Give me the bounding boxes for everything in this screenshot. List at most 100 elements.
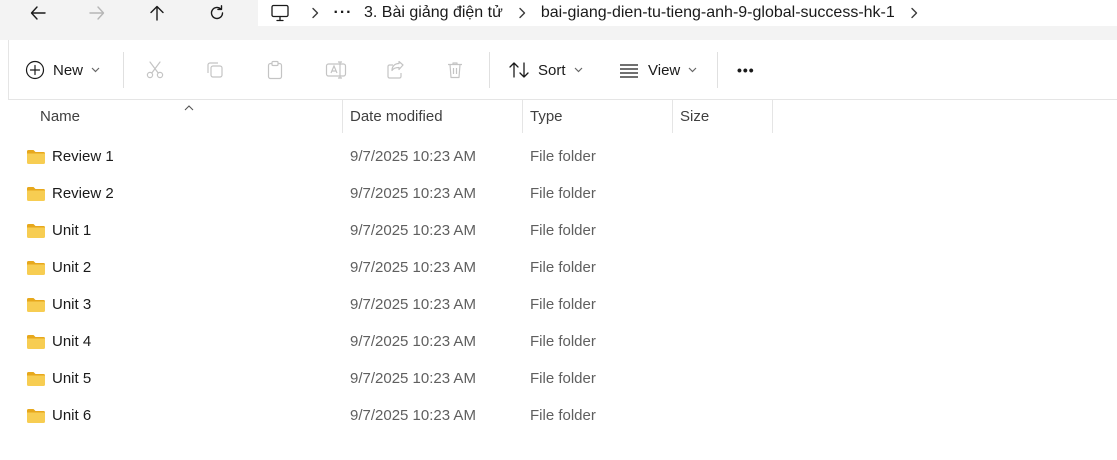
- chevron-down-icon: [91, 67, 100, 73]
- table-row[interactable]: Review 2 9/7/2025 10:23 AM File folder: [8, 175, 1108, 212]
- view-lines-icon: [620, 64, 638, 78]
- date-modified-cell: 9/7/2025 10:23 AM: [350, 222, 476, 239]
- back-arrow-icon: [30, 6, 46, 20]
- chevron-down-icon: [574, 67, 583, 73]
- breadcrumb-item-current-folder[interactable]: bai-giang-dien-tu-tieng-anh-9-global-suc…: [535, 4, 901, 22]
- more-options-button[interactable]: •••: [737, 56, 755, 84]
- date-modified-cell: 9/7/2025 10:23 AM: [350, 333, 476, 350]
- folder-icon: [26, 186, 46, 202]
- folder-icon: [26, 408, 46, 424]
- command-bar: New Sort View •••: [8, 40, 1117, 100]
- table-row[interactable]: Unit 5 9/7/2025 10:23 AM File folder: [8, 360, 1108, 397]
- file-name-cell[interactable]: Review 2: [26, 175, 114, 212]
- table-row[interactable]: Review 1 9/7/2025 10:23 AM File folder: [8, 138, 1108, 175]
- clipboard-icon: [267, 60, 283, 80]
- folder-icon: [26, 334, 46, 350]
- sort-button[interactable]: Sort: [508, 56, 583, 84]
- type-cell: File folder: [530, 333, 596, 350]
- share-icon: [387, 60, 404, 79]
- file-name-cell[interactable]: Unit 4: [26, 323, 91, 360]
- trash-icon: [448, 62, 462, 79]
- breadcrumb-item-lectures[interactable]: 3. Bài giảng điện tử: [358, 4, 509, 22]
- view-label: View: [648, 61, 681, 79]
- cut-button[interactable]: [145, 56, 165, 84]
- folder-icon: [26, 371, 46, 387]
- refresh-button[interactable]: [197, 0, 237, 26]
- view-button[interactable]: View: [618, 56, 697, 84]
- type-cell: File folder: [530, 296, 596, 313]
- column-header-name[interactable]: Name: [40, 100, 340, 133]
- column-header-type[interactable]: Type: [530, 100, 670, 133]
- paste-button[interactable]: [265, 56, 285, 84]
- new-label: New: [53, 61, 84, 79]
- file-name-cell[interactable]: Unit 2: [26, 249, 91, 286]
- chevron-down-icon: [688, 67, 697, 73]
- file-name-cell[interactable]: Review 1: [26, 138, 114, 175]
- delete-button[interactable]: [445, 56, 465, 84]
- rename-icon: [325, 61, 347, 79]
- forward-arrow-icon: [89, 6, 105, 20]
- plus-circle-icon: [25, 60, 45, 80]
- toolbar-divider: [717, 52, 718, 88]
- sort-arrows-icon: [509, 62, 529, 78]
- type-cell: File folder: [530, 222, 596, 239]
- file-list: Name Date modified Type Size Review 1 9/…: [8, 100, 1117, 460]
- folder-icon: [26, 297, 46, 313]
- column-header-size[interactable]: Size: [680, 100, 770, 133]
- date-modified-cell: 9/7/2025 10:23 AM: [350, 148, 476, 165]
- table-row[interactable]: Unit 1 9/7/2025 10:23 AM File folder: [8, 212, 1108, 249]
- file-name-cell[interactable]: Unit 6: [26, 397, 91, 434]
- table-row[interactable]: Unit 6 9/7/2025 10:23 AM File folder: [8, 397, 1108, 434]
- date-modified-cell: 9/7/2025 10:23 AM: [350, 370, 476, 387]
- up-arrow-icon: [150, 5, 164, 21]
- file-name-cell[interactable]: Unit 5: [26, 360, 91, 397]
- copy-button[interactable]: [205, 56, 225, 84]
- file-name: Review 1: [52, 148, 114, 165]
- file-name: Unit 2: [52, 259, 92, 276]
- scissors-icon: [146, 61, 164, 79]
- toolbar-divider: [123, 52, 124, 88]
- date-modified-cell: 9/7/2025 10:23 AM: [350, 296, 476, 313]
- breadcrumb-chevron-icon[interactable]: [302, 7, 328, 19]
- file-name: Unit 1: [52, 222, 92, 239]
- file-name-cell[interactable]: Unit 1: [26, 212, 91, 249]
- share-button[interactable]: [385, 56, 405, 84]
- file-name-cell[interactable]: Unit 3: [26, 286, 91, 323]
- folder-icon: [26, 149, 46, 165]
- rename-button[interactable]: [325, 56, 347, 84]
- type-cell: File folder: [530, 370, 596, 387]
- forward-button[interactable]: [77, 0, 117, 26]
- breadcrumb: ··· 3. Bài giảng điện tử bai-giang-dien-…: [258, 0, 1117, 26]
- refresh-icon: [210, 5, 224, 20]
- sort-label: Sort: [538, 61, 566, 79]
- new-button[interactable]: New: [25, 56, 100, 84]
- file-name: Unit 4: [52, 333, 92, 350]
- column-divider[interactable]: [772, 100, 773, 133]
- column-divider[interactable]: [342, 100, 343, 133]
- back-button[interactable]: [18, 0, 58, 26]
- folder-icon: [26, 260, 46, 276]
- folder-icon: [26, 223, 46, 239]
- column-divider[interactable]: [672, 100, 673, 133]
- this-pc-icon[interactable]: [258, 4, 302, 22]
- up-button[interactable]: [137, 0, 177, 26]
- date-modified-cell: 9/7/2025 10:23 AM: [350, 185, 476, 202]
- toolbar-divider: [489, 52, 490, 88]
- type-cell: File folder: [530, 148, 596, 165]
- file-name: Review 2: [52, 185, 114, 202]
- file-name: Unit 3: [52, 296, 92, 313]
- breadcrumb-chevron-icon[interactable]: [509, 7, 535, 19]
- date-modified-cell: 9/7/2025 10:23 AM: [350, 407, 476, 424]
- column-divider[interactable]: [522, 100, 523, 133]
- table-row[interactable]: Unit 2 9/7/2025 10:23 AM File folder: [8, 249, 1108, 286]
- type-cell: File folder: [530, 259, 596, 276]
- address-bar: ··· 3. Bài giảng điện tử bai-giang-dien-…: [0, 0, 1117, 40]
- type-cell: File folder: [530, 185, 596, 202]
- table-row[interactable]: Unit 4 9/7/2025 10:23 AM File folder: [8, 323, 1108, 360]
- column-header-date-modified[interactable]: Date modified: [350, 100, 520, 133]
- breadcrumb-chevron-icon[interactable]: [901, 7, 927, 19]
- breadcrumb-overflow[interactable]: ···: [328, 4, 358, 22]
- table-row[interactable]: Unit 3 9/7/2025 10:23 AM File folder: [8, 286, 1108, 323]
- type-cell: File folder: [530, 407, 596, 424]
- date-modified-cell: 9/7/2025 10:23 AM: [350, 259, 476, 276]
